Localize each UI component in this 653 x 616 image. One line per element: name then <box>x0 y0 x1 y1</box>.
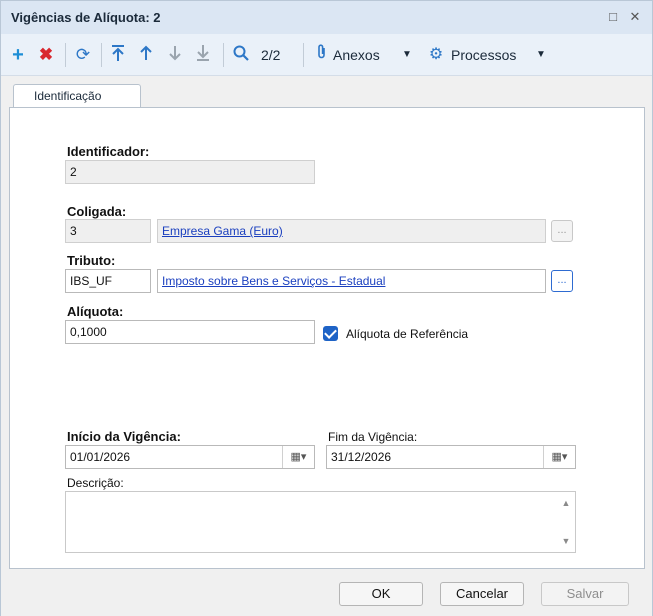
coligada-code-field[interactable]: 3 <box>65 219 151 243</box>
toolbar: + ✖ ⟳ 2/2 Anexos ▼ ⚙ Processos ▼ <box>1 34 652 76</box>
anexos-menu[interactable]: Anexos <box>333 44 380 66</box>
scroll-up-icon[interactable]: ▲ <box>561 498 571 508</box>
aliquota-referencia-label: Alíquota de Referência <box>346 327 469 341</box>
window-title: Vigências de Alíquota: 2 <box>11 10 161 25</box>
toolbar-separator <box>101 43 102 67</box>
gear-icon[interactable]: ⚙ <box>428 44 444 66</box>
identificador-field[interactable]: 2 <box>65 160 315 184</box>
tributo-name-field[interactable]: Imposto sobre Bens e Serviços - Estadual <box>157 269 546 293</box>
last-record-icon[interactable] <box>194 44 212 66</box>
search-icon[interactable] <box>231 44 251 66</box>
coligada-lookup-button[interactable]: ... <box>551 220 573 242</box>
plus-icon[interactable]: + <box>9 44 27 66</box>
inicio-vigencia-value: 01/01/2026 <box>70 450 131 464</box>
coligada-name-field[interactable]: Empresa Gama (Euro) <box>157 219 546 243</box>
maximize-icon[interactable]: □ <box>605 8 621 26</box>
next-record-icon[interactable] <box>166 44 184 66</box>
coligada-label: Coligada: <box>67 204 127 219</box>
calendar-dropdown-icon[interactable]: ▦▾ <box>282 446 314 468</box>
tributo-name-link[interactable]: Imposto sobre Bens e Serviços - Estadual <box>162 274 385 288</box>
ok-button[interactable]: OK <box>339 582 423 606</box>
dialog-footer: OK Cancelar Salvar <box>1 571 652 616</box>
record-position: 2/2 <box>261 47 281 63</box>
descricao-scrollbar[interactable]: ▲ ▼ <box>557 492 575 552</box>
tributo-label: Tributo: <box>67 253 116 268</box>
fim-vigencia-value: 31/12/2026 <box>331 450 392 464</box>
toolbar-separator <box>223 43 224 67</box>
chevron-down-icon[interactable]: ▼ <box>401 44 413 66</box>
first-record-icon[interactable] <box>109 44 127 66</box>
descricao-textarea[interactable]: ▲ ▼ <box>65 491 576 553</box>
aliquota-field[interactable]: 0,1000 <box>65 320 315 344</box>
toolbar-separator <box>303 43 304 67</box>
refresh-icon[interactable]: ⟳ <box>73 44 93 66</box>
dialog-window: Vigências de Alíquota: 2 □ ✕ + ✖ ⟳ 2/2 A <box>0 0 653 616</box>
close-icon[interactable]: ✕ <box>627 8 643 26</box>
form-panel: Identificador: 2 Coligada: 3 Empresa Gam… <box>9 107 645 569</box>
previous-record-icon[interactable] <box>137 44 155 66</box>
inicio-vigencia-field[interactable]: 01/01/2026 ▦▾ <box>65 445 315 469</box>
paperclip-icon[interactable] <box>315 44 329 66</box>
identificador-label: Identificador: <box>67 144 150 159</box>
toolbar-separator <box>65 43 66 67</box>
tab-strip: Identificação <box>9 84 645 108</box>
tributo-code-field[interactable]: IBS_UF <box>65 269 151 293</box>
save-button[interactable]: Salvar <box>541 582 629 606</box>
inicio-vigencia-label: Início da Vigência: <box>67 429 181 444</box>
tab-identificacao[interactable]: Identificação <box>13 84 141 108</box>
scroll-down-icon[interactable]: ▼ <box>561 536 571 546</box>
cancel-button[interactable]: Cancelar <box>440 582 524 606</box>
fim-vigencia-field[interactable]: 31/12/2026 ▦▾ <box>326 445 576 469</box>
coligada-name-link[interactable]: Empresa Gama (Euro) <box>162 224 283 238</box>
calendar-dropdown-icon[interactable]: ▦▾ <box>543 446 575 468</box>
descricao-label: Descrição: <box>67 476 124 490</box>
fim-vigencia-label: Fim da Vigência: <box>328 430 418 444</box>
aliquota-label: Alíquota: <box>67 304 124 319</box>
aliquota-referencia-checkbox[interactable] <box>323 326 338 341</box>
chevron-down-icon[interactable]: ▼ <box>535 44 547 66</box>
tributo-lookup-button[interactable]: ... <box>551 270 573 292</box>
processos-menu[interactable]: Processos <box>451 44 516 66</box>
delete-x-icon[interactable]: ✖ <box>37 44 55 66</box>
title-bar: Vigências de Alíquota: 2 □ ✕ <box>1 1 652 34</box>
